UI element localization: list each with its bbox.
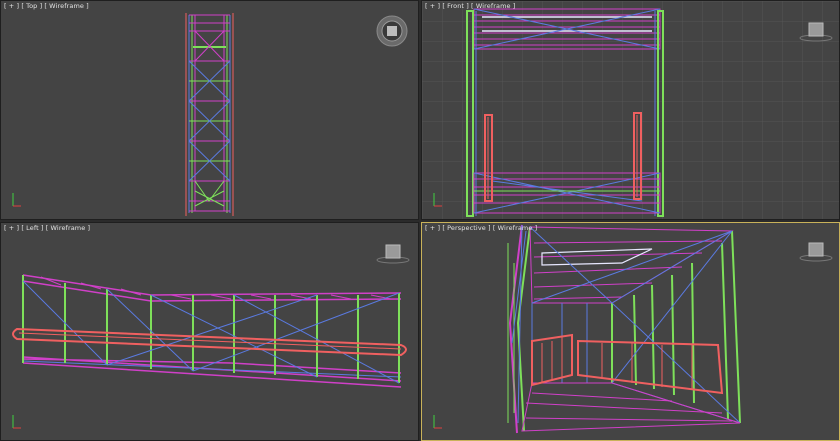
viewport-label-perspective: [ + ] [ Perspective ] [ Wireframe ] xyxy=(425,224,537,232)
viewport-left[interactable]: [ + ] [ Left ] [ Wireframe ] xyxy=(0,222,419,441)
viewport-view-menu[interactable]: [ Perspective ] xyxy=(442,224,490,232)
viewport-top[interactable]: [ + ] [ Top ] [ Wireframe ] xyxy=(0,0,419,220)
viewport-shading-menu[interactable]: [ Wireframe ] xyxy=(46,224,90,232)
viewport-front[interactable]: [ + ] [ Front ] [ Wireframe ] xyxy=(421,0,840,220)
viewcube-icon[interactable] xyxy=(798,21,834,47)
viewport-view-menu[interactable]: [ Front ] xyxy=(442,2,469,10)
viewport-shading-menu[interactable]: [ Wireframe ] xyxy=(493,224,537,232)
viewcube-icon[interactable] xyxy=(798,241,834,267)
perspective-wireframe xyxy=(433,224,741,434)
front-wireframe xyxy=(422,1,839,219)
steering-wheel-icon[interactable] xyxy=(376,15,408,51)
viewport-perspective[interactable]: [ + ] [ Perspective ] [ Wireframe ] xyxy=(421,222,840,441)
viewport-label-front: [ + ] [ Front ] [ Wireframe ] xyxy=(425,2,515,10)
viewport-label-left: [ + ] [ Left ] [ Wireframe ] xyxy=(4,224,90,232)
top-wireframe xyxy=(12,13,234,216)
viewport-shading-menu[interactable]: [ Wireframe ] xyxy=(471,2,515,10)
viewport-label-top: [ + ] [ Top ] [ Wireframe ] xyxy=(4,2,89,10)
viewcube-icon[interactable] xyxy=(375,243,411,269)
viewport-plus-menu[interactable]: [ + ] xyxy=(425,224,440,232)
viewport-shading-menu[interactable]: [ Wireframe ] xyxy=(44,2,88,10)
viewport-plus-menu[interactable]: [ + ] xyxy=(4,224,19,232)
left-wireframe xyxy=(12,274,407,429)
viewport-plus-menu[interactable]: [ + ] xyxy=(4,2,19,10)
viewport-view-menu[interactable]: [ Left ] xyxy=(21,224,43,232)
viewport-view-menu[interactable]: [ Top ] xyxy=(21,2,42,10)
viewport-plus-menu[interactable]: [ + ] xyxy=(425,2,440,10)
